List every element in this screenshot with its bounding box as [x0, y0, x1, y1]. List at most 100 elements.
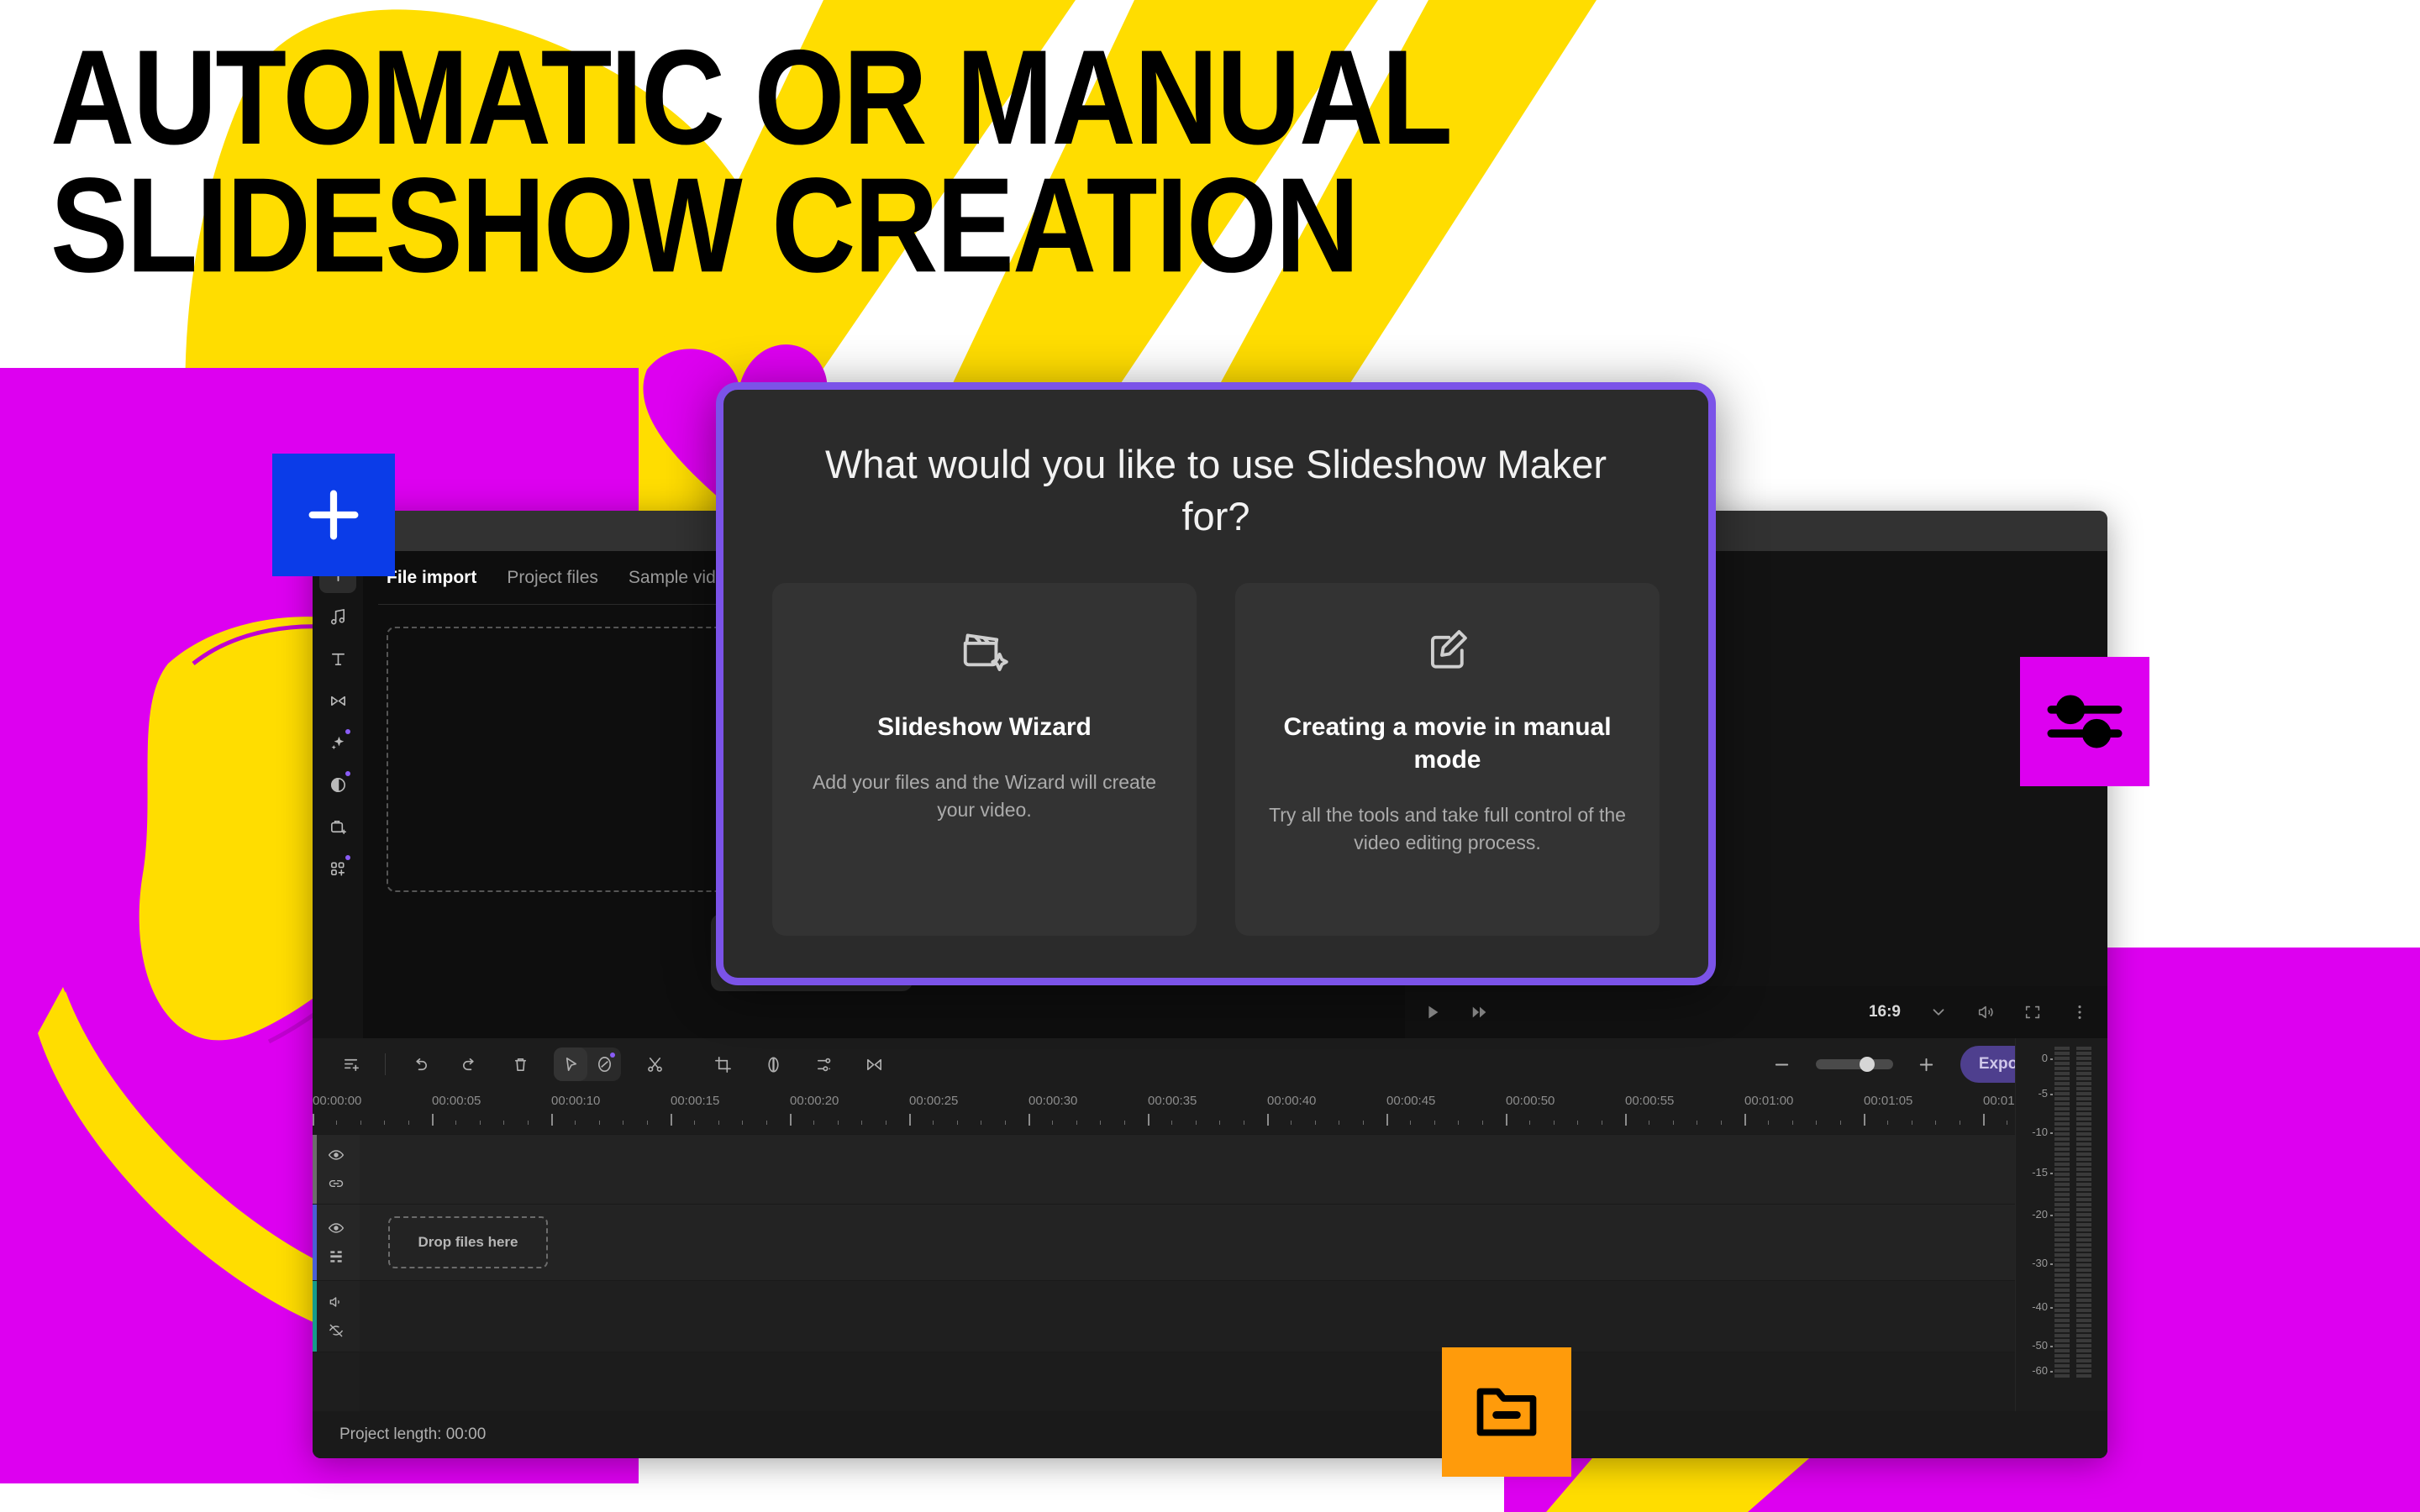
meter-segment — [2054, 1334, 2070, 1337]
zoom-in-button[interactable] — [1910, 1047, 1944, 1081]
rail-item-filters[interactable] — [319, 724, 356, 761]
meter-segment — [2054, 1304, 2070, 1307]
volume-icon[interactable] — [328, 1294, 345, 1310]
card-description: Try all the tools and take full control … — [1269, 804, 1626, 854]
card-description: Add your files and the Wizard will creat… — [812, 771, 1157, 822]
rail-item-titles[interactable] — [319, 640, 356, 677]
tab-file-import[interactable]: File import — [387, 568, 476, 588]
ruler-tick-label: 00:00:40 — [1267, 1094, 1317, 1108]
drop-files-placeholder[interactable]: Drop files here — [388, 1216, 548, 1268]
track-body-video[interactable]: Drop files here — [360, 1205, 2107, 1280]
rail-item-audio[interactable] — [319, 598, 356, 635]
ruler-tick-label: 00:00:35 — [1148, 1094, 1197, 1108]
ruler-minor-tick — [837, 1121, 839, 1125]
ruler-minor-tick — [1553, 1121, 1555, 1125]
volume-button[interactable] — [1976, 1003, 1995, 1021]
split-button[interactable] — [638, 1047, 671, 1081]
sliders-icon — [2047, 695, 2123, 748]
fast-forward-button[interactable] — [1470, 1003, 1489, 1021]
meter-segment — [2054, 1163, 2070, 1166]
left-tool-rail — [313, 551, 363, 1038]
link-icon[interactable] — [328, 1175, 345, 1192]
manual-mode-card[interactable]: Creating a movie in manual mode Try all … — [1235, 583, 1660, 937]
zoom-slider-knob[interactable] — [1859, 1057, 1875, 1072]
meter-segment — [2076, 1213, 2091, 1216]
timeline-ruler[interactable]: 00:00:00 00:00:05 00:00:10 00:00:15 00:00:20… — [313, 1090, 2107, 1134]
meter-segment — [2054, 1057, 2070, 1060]
meter-segment — [2076, 1152, 2091, 1156]
meter-segment — [2076, 1163, 2091, 1166]
meter-segment — [2054, 1228, 2070, 1231]
redo-button[interactable] — [453, 1047, 487, 1081]
ruler-minor-tick — [1410, 1121, 1412, 1125]
meter-segment — [2054, 1329, 2070, 1332]
track-body-audio[interactable] — [360, 1281, 2107, 1352]
rail-item-stickers[interactable] — [319, 808, 356, 845]
meter-segment — [2054, 1193, 2070, 1196]
meter-segment — [2054, 1178, 2070, 1181]
undo-button[interactable] — [402, 1047, 436, 1081]
tab-project-files[interactable]: Project files — [507, 568, 598, 588]
rail-item-transitions[interactable] — [319, 682, 356, 719]
audio-properties-button[interactable] — [807, 1047, 840, 1081]
slip-tool-button[interactable] — [587, 1047, 621, 1081]
meter-segment — [2076, 1107, 2091, 1110]
card-icon-wrapper — [801, 623, 1168, 675]
aspect-ratio-value[interactable]: 16:9 — [1869, 1003, 1901, 1021]
ruler-major-tick — [1744, 1114, 1746, 1126]
ruler-minor-tick — [694, 1121, 696, 1125]
meter-segment — [2076, 1309, 2091, 1312]
fullscreen-button[interactable] — [2023, 1003, 2042, 1021]
new-badge-dot — [345, 729, 350, 734]
play-button[interactable] — [1423, 1003, 1442, 1021]
audio-meter-bars — [2054, 1043, 2091, 1458]
text-icon — [331, 653, 345, 665]
track-body-overlay[interactable] — [360, 1135, 2107, 1204]
audio-meter: 0-5-10-15-20-30-40-50-60 L R — [2015, 1038, 2107, 1458]
ruler-tick-label: 00:00:00 — [313, 1094, 362, 1108]
delete-button[interactable] — [503, 1047, 537, 1081]
eye-icon[interactable] — [328, 1220, 345, 1236]
ruler-minor-tick — [336, 1121, 338, 1125]
ruler-minor-tick — [1935, 1121, 1937, 1125]
mute-icon[interactable] — [328, 1322, 345, 1339]
ruler-minor-tick — [813, 1121, 815, 1125]
rail-item-more-tools[interactable] — [319, 850, 356, 887]
meter-scale-tick — [2050, 1371, 2053, 1373]
minus-icon — [1776, 1063, 1789, 1065]
meter-scale-label: -60 — [2032, 1364, 2048, 1377]
modal-title: What would you like to use Slideshow Mak… — [825, 442, 1607, 539]
zoom-out-button[interactable] — [1765, 1047, 1799, 1081]
add-track-button[interactable] — [334, 1047, 368, 1081]
meter-segment — [2054, 1369, 2070, 1373]
meter-segment — [2076, 1137, 2091, 1141]
meter-segment — [2076, 1263, 2091, 1267]
new-badge-dot — [345, 855, 350, 860]
meter-segment — [2076, 1102, 2091, 1105]
transition-cell-icon[interactable] — [328, 1248, 345, 1265]
meter-segment — [2054, 1314, 2070, 1317]
rail-item-color-adjustments[interactable] — [319, 766, 356, 803]
sliders-badge — [2020, 657, 2149, 786]
meter-segment — [2054, 1168, 2070, 1171]
select-tool-button[interactable] — [554, 1047, 587, 1081]
player-more-button[interactable] — [2070, 1003, 2089, 1021]
meter-segment — [2076, 1369, 2091, 1373]
meter-segment — [2054, 1278, 2070, 1282]
color-button[interactable] — [756, 1047, 790, 1081]
meter-segment — [2054, 1067, 2070, 1070]
timeline-zoom-slider[interactable] — [1815, 1057, 1893, 1072]
transitions-button[interactable] — [857, 1047, 891, 1081]
fullscreen-icon — [2025, 1005, 2040, 1019]
aspect-ratio-dropdown[interactable] — [1929, 1003, 1948, 1021]
audio-levels-icon — [817, 1058, 830, 1071]
crop-button[interactable] — [706, 1047, 739, 1081]
meter-segment — [2076, 1127, 2091, 1131]
meter-segment — [2054, 1258, 2070, 1262]
meter-segment — [2054, 1147, 2070, 1151]
meter-segment — [2054, 1097, 2070, 1100]
meter-scale-label: -5 — [2038, 1087, 2048, 1100]
eye-icon[interactable] — [328, 1147, 345, 1163]
slideshow-wizard-card[interactable]: Slideshow Wizard Add your files and the … — [772, 583, 1197, 937]
meter-segment — [2076, 1183, 2091, 1186]
